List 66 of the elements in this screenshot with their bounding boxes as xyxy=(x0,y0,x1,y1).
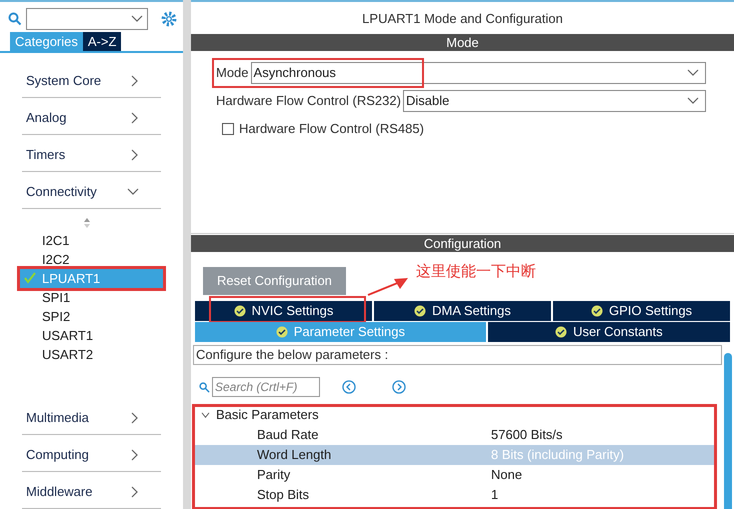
expand-chevron-icon xyxy=(131,112,139,124)
status-check-icon xyxy=(555,326,568,338)
parameter-name: Baud Rate xyxy=(256,426,320,444)
sort-arrows-icon[interactable] xyxy=(82,217,90,229)
status-check-icon xyxy=(414,305,426,317)
parameter-row[interactable]: Baud Rate 57600 Bits/s xyxy=(193,425,716,445)
category-row[interactable]: Middleware xyxy=(22,472,161,509)
panel-title: LPUART1 Mode and Configuration xyxy=(361,10,564,28)
peripheral-item[interactable]: USART1 xyxy=(22,326,161,345)
peripheral-item[interactable]: USART2 xyxy=(22,345,161,364)
parameter-value: None xyxy=(491,466,522,484)
expand-chevron-icon xyxy=(131,149,139,161)
expand-chevron-icon xyxy=(131,449,139,461)
annotation-text: 这里使能一下中断 xyxy=(416,262,536,282)
checkbox[interactable] xyxy=(222,122,234,135)
settings-tab[interactable]: DMA Settings xyxy=(374,301,551,321)
checkbox-label: Hardware Flow Control (RS485) xyxy=(239,120,424,138)
status-check-icon xyxy=(276,326,288,338)
section-header: Mode xyxy=(191,34,734,51)
field-label: Hardware Flow Control (RS232) xyxy=(216,92,401,110)
settings-tab[interactable]: NVIC Settings xyxy=(195,301,372,321)
category-row[interactable]: Multimedia xyxy=(22,398,161,435)
status-check-icon xyxy=(234,305,246,317)
category-row[interactable]: Connectivity xyxy=(22,172,161,209)
collapse-chevron-icon xyxy=(127,188,139,196)
search-icon[interactable] xyxy=(8,12,22,26)
settings-tab[interactable]: User Constants xyxy=(488,322,730,342)
search-combo-field[interactable] xyxy=(26,8,148,30)
collapse-chevron-icon xyxy=(201,412,210,418)
parameter-row[interactable]: Word Length 8 Bits (including Parity) xyxy=(193,445,716,465)
field-label: Mode xyxy=(216,64,249,82)
peripheral-item[interactable]: I2C2 xyxy=(22,250,161,269)
expand-chevron-icon xyxy=(131,75,139,87)
section-header: Configuration xyxy=(191,235,734,252)
search-field[interactable]: Search (Crtl+F) xyxy=(212,377,320,397)
search-icon xyxy=(199,382,210,392)
dropdown-caret-icon xyxy=(131,15,143,23)
expand-chevron-icon xyxy=(131,412,139,424)
category-row[interactable]: Timers xyxy=(22,135,161,172)
parameter-name: Parity xyxy=(256,466,292,484)
dropdown-caret-icon xyxy=(687,97,699,105)
peripheral-item[interactable]: I2C1 xyxy=(22,231,161,250)
peripheral-item[interactable]: SPI1 xyxy=(22,288,161,307)
category-row[interactable]: System Core xyxy=(22,61,161,98)
parameter-name: Stop Bits xyxy=(256,486,310,504)
dropdown-field[interactable]: Asynchronous xyxy=(250,62,706,84)
parameter-value: 8 Bits (including Parity) xyxy=(491,446,624,464)
expand-chevron-icon xyxy=(131,486,139,498)
scrollbar-thumb[interactable] xyxy=(724,353,732,509)
tree-group-row[interactable]: Basic Parameters xyxy=(193,405,716,425)
check-icon xyxy=(24,272,36,284)
dropdown-field[interactable]: Disable xyxy=(402,90,706,112)
status-check-icon xyxy=(590,305,603,317)
category-row[interactable]: Analog xyxy=(22,98,161,135)
parameter-name: Word Length xyxy=(256,446,332,464)
category-row[interactable]: Computing xyxy=(22,435,161,472)
parameter-row[interactable]: Parity None xyxy=(193,465,716,485)
parameter-value: 1 xyxy=(491,486,498,504)
description-text: Configure the below parameters : xyxy=(193,345,722,365)
parameter-value: 57600 Bits/s xyxy=(491,426,563,444)
settings-tab[interactable]: GPIO Settings xyxy=(553,301,730,321)
settings-icon[interactable] xyxy=(160,10,178,28)
peripheral-item[interactable]: SPI2 xyxy=(22,307,161,326)
parameter-row[interactable]: Stop Bits 1 xyxy=(193,485,716,505)
category-tab[interactable]: A->Z xyxy=(82,32,122,51)
dropdown-caret-icon xyxy=(687,69,699,77)
